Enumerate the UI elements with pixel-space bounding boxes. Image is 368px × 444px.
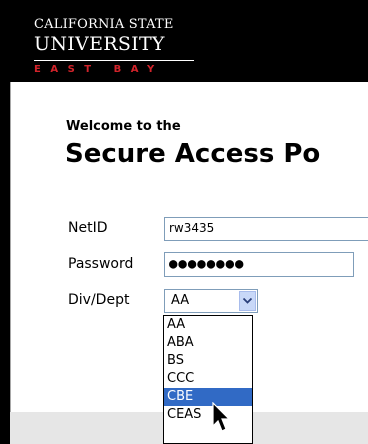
logo-text-line3: EAST BAY [34,64,164,75]
dropdown-option-aa[interactable]: AA [164,316,252,334]
password-label: Password [68,256,134,272]
divdept-dropdown-list[interactable]: AA ABA BS CCC CBE CEAS [163,315,253,444]
password-field[interactable]: ●●●●●●●● [164,252,354,277]
divdept-select[interactable]: AA [164,289,258,313]
dropdown-option-cbe[interactable]: CBE [164,388,252,406]
divdept-label: Div/Dept [68,292,130,308]
site-header: CALIFORNIA STATE UNIVERSITY EAST BAY [0,0,368,82]
logo-text-line1: CALIFORNIA STATE [34,17,174,32]
logo-text-line2: UNIVERSITY [34,33,165,55]
university-logo[interactable]: CALIFORNIA STATE UNIVERSITY EAST BAY [26,10,198,80]
logo-divider [34,60,194,61]
dropdown-option-bs[interactable]: BS [164,352,252,370]
netid-value: rw3435 [169,221,215,235]
mouse-pointer-icon [212,402,231,432]
dropdown-option-ccc[interactable]: CCC [164,370,252,388]
divdept-selected-value: AA [171,293,190,308]
welcome-text: Welcome to the [66,119,181,134]
dropdown-option-ceas[interactable]: CEAS [164,406,252,424]
netid-label: NetID [68,220,108,236]
password-value: ●●●●●●●● [169,256,245,272]
page-title: Secure Access Po [65,139,321,169]
netid-field[interactable]: rw3435 [164,217,368,241]
dropdown-option-aba[interactable]: ABA [164,334,252,352]
chevron-down-icon[interactable] [239,291,256,311]
